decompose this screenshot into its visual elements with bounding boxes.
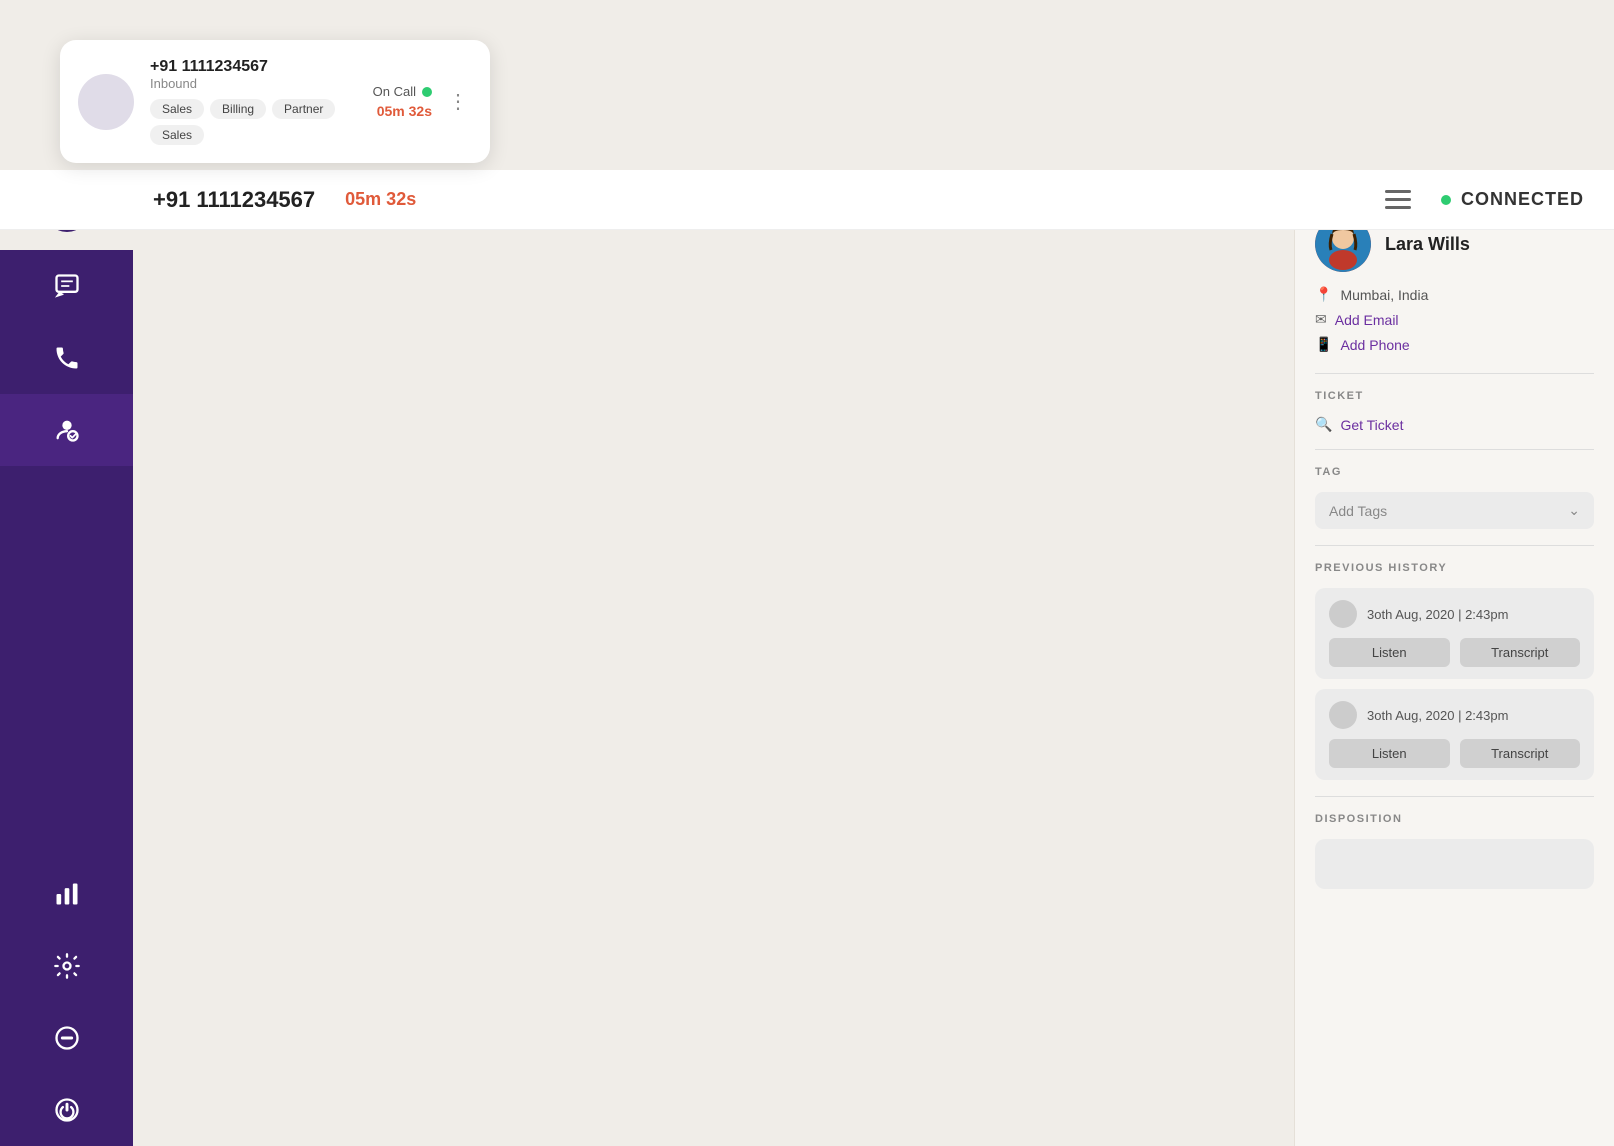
tag-section: TAG Add Tags ⌄ [1315,466,1594,529]
call-card-tags: Sales Billing Partner Sales [150,99,357,145]
history-transcript-1[interactable]: Transcript [1460,638,1581,667]
divider-2 [1315,449,1594,450]
search-icon: 🔍 [1315,416,1332,433]
call-card-status: On Call [373,84,432,99]
connected-dot [1441,195,1451,205]
add-tags-placeholder: Add Tags [1329,503,1387,519]
phone-icon [53,344,81,372]
location-text: Mumbai, India [1340,287,1428,303]
call-active-dot [422,87,432,97]
phone-detail-icon: 📱 [1315,336,1332,353]
history-avatar-1 [1329,600,1357,628]
call-card-tag-partner[interactable]: Partner [272,99,335,119]
header-timer: 05m 32s [345,189,416,210]
header-bar: +91 1111234567 05m 32s CONNECTED [0,170,1614,230]
add-tags-dropdown[interactable]: Add Tags ⌄ [1315,492,1594,529]
divider-4 [1315,796,1594,797]
call-card-info: +91 1111234567 Inbound Sales Billing Par… [150,58,357,145]
sidebar-nav [0,250,133,1146]
disposition-label: DISPOSITION [1315,813,1594,825]
history-date-2: 3oth Aug, 2020 | 2:43pm [1367,708,1508,723]
hamburger-menu-icon[interactable] [1385,190,1411,209]
header-phone: +91 1111234567 [153,187,315,213]
main-content [133,170,1294,1146]
add-email-link[interactable]: Add Email [1335,312,1399,328]
divider-3 [1315,545,1594,546]
call-card-phone: +91 1111234567 [150,58,357,76]
history-listen-2[interactable]: Listen [1329,739,1450,768]
call-card-avatar [78,74,134,130]
connected-label: CONNECTED [1461,189,1584,210]
sidebar: e [0,170,133,1146]
call-card-type: Inbound [150,76,357,91]
chat-icon [53,272,81,300]
settings-gear-icon [53,952,81,980]
dnd-icon [53,1024,81,1052]
history-header-1: 3oth Aug, 2020 | 2:43pm [1329,600,1580,628]
call-card: +91 1111234567 Inbound Sales Billing Par… [60,40,490,163]
history-transcript-2[interactable]: Transcript [1460,739,1581,768]
history-header-2: 3oth Aug, 2020 | 2:43pm [1329,701,1580,729]
email-icon: ✉ [1315,311,1327,328]
power-icon [53,1096,81,1124]
history-item-2: 3oth Aug, 2020 | 2:43pm Listen Transcrip… [1315,689,1594,780]
add-phone-link[interactable]: Add Phone [1340,337,1409,353]
analytics-icon [53,880,81,908]
call-card-tag-sales1[interactable]: Sales [150,99,204,119]
history-actions-1: Listen Transcript [1329,638,1580,667]
disposition-box[interactable] [1315,839,1594,889]
history-label: PREVIOUS HISTORY [1315,562,1594,574]
call-card-timer: 05m 32s [377,103,432,119]
history-avatar-2 [1329,701,1357,729]
customer-location: 📍 Mumbai, India [1315,286,1594,303]
get-ticket-link[interactable]: 🔍 Get Ticket [1315,416,1594,433]
tag-label: TAG [1315,466,1594,478]
history-date-1: 3oth Aug, 2020 | 2:43pm [1367,607,1508,622]
agent-icon [53,416,81,444]
right-panel: CUSTOMER INFO [1294,170,1614,1146]
ticket-label: TICKET [1315,390,1594,402]
chevron-down-icon: ⌄ [1568,502,1580,519]
history-actions-2: Listen Transcript [1329,739,1580,768]
content-area: CUSTOMER INFO [133,170,1614,1146]
connection-status: CONNECTED [1441,189,1584,210]
sidebar-item-settings[interactable] [0,930,133,1002]
sidebar-item-analytics[interactable] [0,858,133,930]
history-section: PREVIOUS HISTORY 3oth Aug, 2020 | 2:43pm… [1315,562,1594,780]
call-card-right: On Call 05m 32s [373,84,432,119]
sidebar-item-logout[interactable] [0,1074,133,1146]
call-card-tag-billing[interactable]: Billing [210,99,266,119]
call-card-tag-sales2[interactable]: Sales [150,125,204,145]
get-ticket-text: Get Ticket [1340,417,1403,433]
call-card-status-text: On Call [373,84,416,99]
ticket-section: TICKET 🔍 Get Ticket [1315,390,1594,433]
location-icon: 📍 [1315,286,1332,303]
sidebar-item-phone[interactable] [0,322,133,394]
divider-1 [1315,373,1594,374]
call-card-more-button[interactable]: ⋮ [448,89,468,114]
customer-email: ✉ Add Email [1315,311,1594,328]
history-item-1: 3oth Aug, 2020 | 2:43pm Listen Transcrip… [1315,588,1594,679]
sidebar-item-agent[interactable] [0,394,133,466]
customer-name: Lara Wills [1385,234,1470,255]
history-listen-1[interactable]: Listen [1329,638,1450,667]
customer-phone: 📱 Add Phone [1315,336,1594,353]
disposition-section: DISPOSITION [1315,813,1594,889]
sidebar-item-chat[interactable] [0,250,133,322]
sidebar-item-dnd[interactable] [0,1002,133,1074]
